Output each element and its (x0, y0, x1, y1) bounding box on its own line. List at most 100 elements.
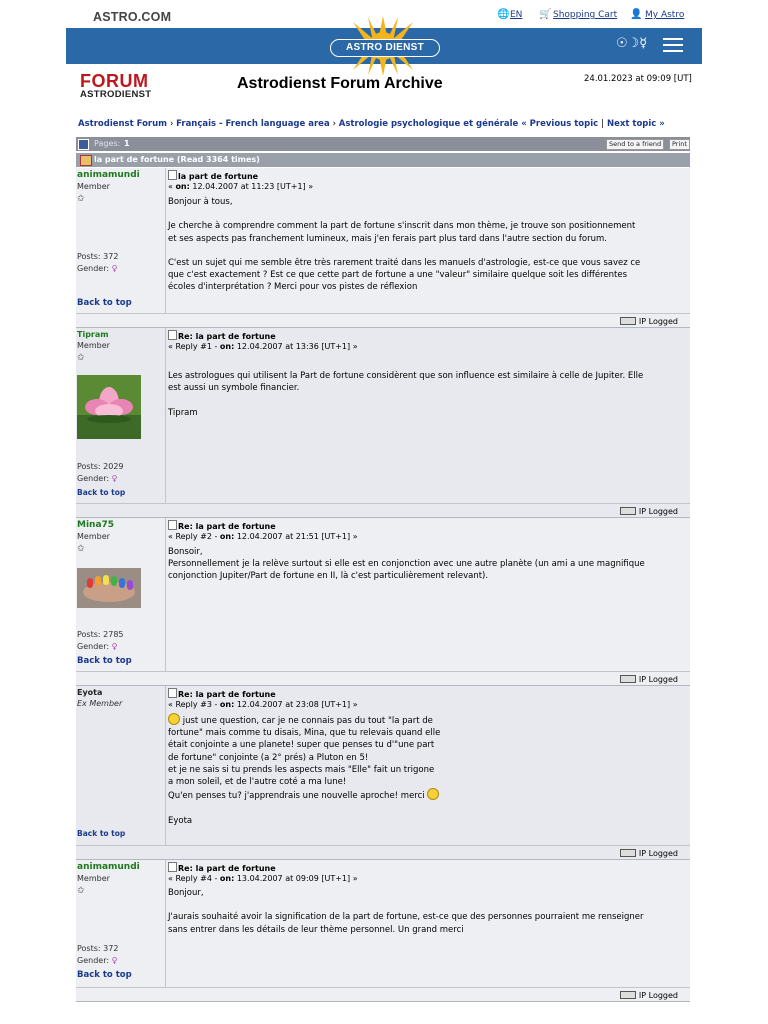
author-gender: Gender: ♀ (77, 642, 118, 651)
female-icon: ♀ (111, 474, 118, 483)
topic-title: la part de fortune (Read 3364 times) (94, 155, 260, 164)
topic-folder-icon (80, 155, 92, 166)
ip-icon (619, 849, 636, 857)
breadcrumb-section-link[interactable]: Astrologie psychologique et générale (339, 119, 519, 129)
post-meta: « Reply #4 - on: 13.04.2007 at 09:09 [UT… (168, 874, 358, 883)
post-body: Re: la part de fortune « Reply #1 - on: … (165, 328, 690, 503)
ip-icon (619, 991, 636, 999)
post-body: Re: la part de fortune « Reply #4 - on: … (165, 860, 690, 987)
language-link[interactable]: EN (510, 10, 522, 20)
shopping-cart-link[interactable]: Shopping Cart (553, 10, 617, 20)
document-icon (168, 520, 177, 530)
post-author-panel: Eyota Ex Member Back to top (76, 686, 164, 845)
main-nav-bar: ASTRO DIENST ☉☽☿ (66, 16, 702, 76)
author-name-link[interactable]: Mina75 (77, 520, 114, 530)
post-title-link[interactable]: la part de fortune (168, 170, 258, 181)
post-meta: « Reply #3 - on: 12.04.2007 at 23:08 [UT… (168, 700, 358, 709)
forum-logo[interactable]: FORUM ASTRODIENST (80, 72, 151, 100)
post-text: Les astrologues qui utilisent la Part de… (168, 371, 644, 418)
author-name-link[interactable]: animamundi (77, 862, 140, 872)
post-body: Re: la part de fortune « Reply #3 - on: … (165, 686, 690, 845)
post-author-panel: animamundi Member ✩ Posts: 372 Gender: ♀… (76, 168, 164, 313)
breadcrumb-french-area-link[interactable]: Français - French language area (176, 119, 330, 129)
forum-logo-line1: FORUM (80, 71, 149, 91)
post-footer: IP Logged (76, 987, 690, 1001)
breadcrumb-forum-link[interactable]: Astrodienst Forum (78, 119, 167, 129)
author-post-count: Posts: 372 (77, 252, 119, 261)
post-author-panel: Tipram Member ✩ Posts: 2029 Gender: ♀ Ba… (76, 328, 164, 503)
back-to-top-link[interactable]: Back to top (77, 656, 132, 666)
rank-star-icon: ✩ (77, 194, 85, 204)
post-title-link[interactable]: Re: la part de fortune (168, 330, 276, 341)
post-author-panel: animamundi Member ✩ Posts: 372 Gender: ♀… (76, 860, 164, 987)
post-title-link[interactable]: Re: la part de fortune (168, 862, 276, 873)
previous-topic-link[interactable]: « Previous topic (521, 119, 598, 129)
send-to-friend-button[interactable]: Send to a friend (606, 139, 665, 150)
globe-icon: 🌐 (497, 9, 510, 20)
author-name-link[interactable]: Tipram (77, 330, 109, 339)
female-icon: ♀ (111, 956, 118, 965)
female-icon: ♀ (111, 642, 118, 651)
smiley-icon (168, 713, 180, 725)
post-body: Re: la part de fortune « Reply #2 - on: … (165, 518, 690, 671)
author-post-count: Posts: 372 (77, 944, 119, 953)
female-icon: ♀ (111, 264, 118, 273)
site-brand-link[interactable]: ASTRO.COM (93, 10, 171, 24)
author-post-count: Posts: 2029 (77, 462, 124, 471)
post-meta: « Reply #2 - on: 12.04.2007 at 21:51 [UT… (168, 532, 358, 541)
post-text: just une question, car je ne connais pas… (168, 713, 688, 827)
back-to-top-link[interactable]: Back to top (77, 829, 125, 838)
user-icon: 👤 (630, 9, 643, 20)
author-rank: Ex Member (77, 699, 123, 708)
ip-icon (619, 507, 636, 515)
ip-logged: IP Logged (619, 849, 678, 858)
pages-label: Pages: (94, 139, 121, 148)
post-footer: IP Logged (76, 671, 690, 685)
author-gender: Gender: ♀ (77, 474, 118, 483)
breadcrumb: Astrodienst Forum › Français - French la… (78, 119, 665, 129)
post-meta: « Reply #1 - on: 12.04.2007 at 13:36 [UT… (168, 342, 358, 351)
author-name-link[interactable]: animamundi (77, 170, 140, 180)
pages-icon (78, 139, 89, 150)
print-button[interactable]: Print (669, 139, 690, 150)
topic-header: la part de fortune (Read 3364 times) (76, 153, 690, 167)
back-to-top-link[interactable]: Back to top (77, 488, 125, 497)
datestamp: 24.01.2023 at 09:09 [UT] (584, 74, 692, 84)
post-author-panel: Mina75 Member ✩ Posts: 2785 Gender: ♀ Ba… (76, 518, 164, 671)
rank-star-icon: ✩ (77, 544, 85, 554)
post-text: Bonjour, J'aurais souhaité avoir la sign… (168, 888, 644, 935)
page-number-link[interactable]: 1 (124, 139, 130, 148)
back-to-top-link[interactable]: Back to top (77, 298, 132, 308)
my-astro-link[interactable]: My Astro (645, 10, 684, 20)
planet-symbols[interactable]: ☉☽☿ (616, 36, 647, 51)
cart-icon: 🛒 (539, 9, 552, 20)
author-rank: Member (77, 532, 110, 541)
author-rank: Member (77, 182, 110, 191)
next-topic-link[interactable]: Next topic » (607, 119, 665, 129)
post: Eyota Ex Member Back to top Re: la part … (76, 686, 690, 859)
post-footer: IP Logged (76, 845, 690, 859)
post-title-link[interactable]: Re: la part de fortune (168, 520, 276, 531)
back-to-top-link[interactable]: Back to top (77, 970, 132, 980)
hamburger-menu-icon[interactable] (663, 38, 683, 52)
ip-icon (619, 675, 636, 683)
author-rank: Member (77, 341, 110, 350)
ip-logged: IP Logged (619, 991, 678, 1000)
post-title-link[interactable]: Re: la part de fortune (168, 688, 276, 699)
author-post-count: Posts: 2785 (77, 630, 124, 639)
rank-star-icon: ✩ (77, 353, 85, 363)
post: animamundi Member ✩ Posts: 372 Gender: ♀… (76, 168, 690, 327)
author-name-link[interactable]: Eyota (77, 688, 102, 697)
rank-star-icon: ✩ (77, 886, 85, 896)
astrodienst-logo-button[interactable]: ASTRO DIENST (330, 39, 440, 57)
author-rank: Member (77, 874, 110, 883)
pages-bar: Pages: 1 Send to a friend Print (76, 137, 690, 151)
smiley-icon (427, 788, 440, 801)
ip-logged: IP Logged (619, 507, 678, 516)
avatar (77, 375, 141, 439)
post-body: la part de fortune « on: 12.04.2007 at 1… (165, 168, 690, 313)
ip-logged: IP Logged (619, 675, 678, 684)
page-title: Astrodienst Forum Archive (237, 75, 443, 92)
document-icon (168, 688, 177, 698)
post-meta: « on: 12.04.2007 at 11:23 [UT+1] » (168, 182, 314, 191)
